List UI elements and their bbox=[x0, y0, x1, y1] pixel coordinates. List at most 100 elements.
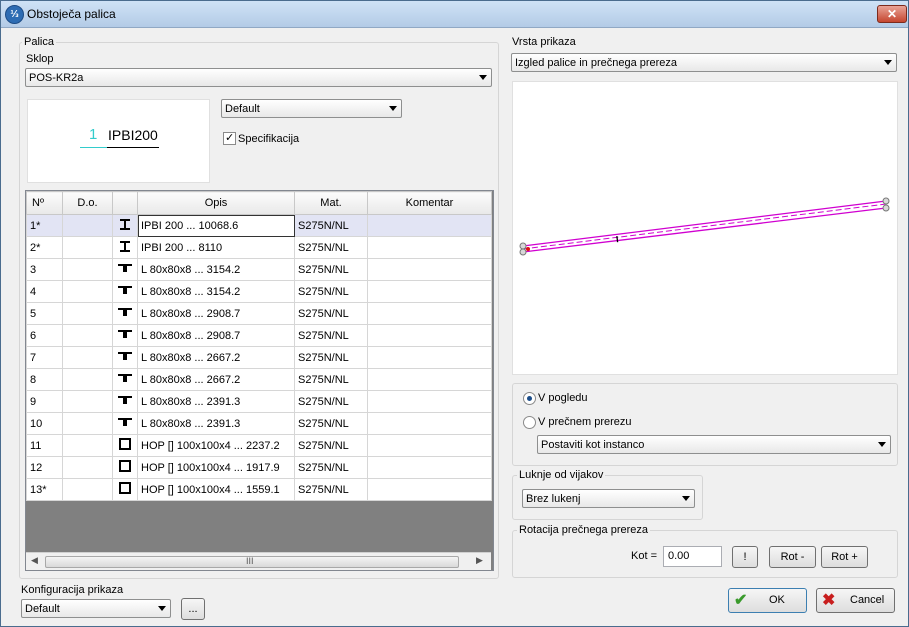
cell-do[interactable] bbox=[62, 456, 113, 479]
cell-icon[interactable] bbox=[112, 412, 138, 435]
cell-opis[interactable]: L 80x80x8 ... 2391.3 bbox=[137, 412, 295, 435]
cancel-button[interactable]: ✖ Cancel bbox=[816, 588, 895, 613]
cell-do[interactable] bbox=[62, 390, 113, 413]
table-row[interactable]: 9 L 80x80x8 ... 2391.3 S275N/NL bbox=[26, 390, 492, 413]
cell-mat[interactable]: S275N/NL bbox=[294, 280, 368, 303]
scroll-right-icon[interactable]: ▶ bbox=[476, 555, 483, 566]
table-row[interactable]: 1* IPBI 200 ... 10068.6 S275N/NL bbox=[26, 214, 492, 237]
cell-no[interactable]: 1* bbox=[26, 214, 63, 237]
sklop-combo[interactable]: POS-KR2a bbox=[25, 68, 492, 87]
header-mat[interactable]: Mat. bbox=[294, 191, 368, 215]
cell-no[interactable]: 8 bbox=[26, 368, 63, 391]
cell-no[interactable]: 6 bbox=[26, 324, 63, 347]
table-row[interactable]: 7 L 80x80x8 ... 2667.2 S275N/NL bbox=[26, 346, 492, 369]
radio-v-pogledu[interactable] bbox=[523, 392, 536, 405]
cell-opis[interactable]: L 80x80x8 ... 2391.3 bbox=[137, 390, 295, 413]
cell-do[interactable] bbox=[62, 412, 113, 435]
table-row[interactable]: 13* HOP [] 100x100x4 ... 1559.1 S275N/NL bbox=[26, 478, 492, 501]
table-row[interactable]: 12 HOP [] 100x100x4 ... 1917.9 S275N/NL bbox=[26, 456, 492, 479]
cell-komentar[interactable] bbox=[367, 478, 492, 501]
table-row[interactable]: 6 L 80x80x8 ... 2908.7 S275N/NL bbox=[26, 324, 492, 347]
vrsta-combo[interactable]: Izgled palice in prečnega prereza bbox=[511, 53, 897, 72]
konfiguracija-combo[interactable]: Default bbox=[21, 599, 171, 618]
cell-komentar[interactable] bbox=[367, 434, 492, 457]
cell-no[interactable]: 4 bbox=[26, 280, 63, 303]
specifikacija-checkbox[interactable]: ✓ bbox=[223, 132, 236, 145]
cell-mat[interactable]: S275N/NL bbox=[294, 214, 368, 237]
cell-mat[interactable]: S275N/NL bbox=[294, 302, 368, 325]
close-button[interactable]: ✕ bbox=[877, 5, 907, 23]
radio-v-precnem-prerezu[interactable] bbox=[523, 416, 536, 429]
horizontal-scrollbar[interactable]: ◀ III ▶ bbox=[26, 552, 491, 570]
member-view-canvas[interactable]: I bbox=[512, 81, 898, 375]
cell-mat[interactable]: S275N/NL bbox=[294, 456, 368, 479]
cell-opis[interactable]: L 80x80x8 ... 2908.7 bbox=[137, 302, 295, 325]
cell-icon[interactable] bbox=[112, 302, 138, 325]
cell-komentar[interactable] bbox=[367, 368, 492, 391]
cell-komentar[interactable] bbox=[367, 346, 492, 369]
cell-icon[interactable] bbox=[112, 324, 138, 347]
cell-mat[interactable]: S275N/NL bbox=[294, 390, 368, 413]
cell-no[interactable]: 13* bbox=[26, 478, 63, 501]
cell-no[interactable]: 5 bbox=[26, 302, 63, 325]
cell-do[interactable] bbox=[62, 324, 113, 347]
cell-do[interactable] bbox=[62, 302, 113, 325]
cell-do[interactable] bbox=[62, 236, 113, 259]
cell-no[interactable]: 9 bbox=[26, 390, 63, 413]
cell-komentar[interactable] bbox=[367, 280, 492, 303]
cell-no[interactable]: 10 bbox=[26, 412, 63, 435]
cell-opis[interactable]: IPBI 200 ... 10068.6 bbox=[137, 214, 295, 237]
rot-minus-button[interactable]: Rot - bbox=[769, 546, 816, 568]
cell-no[interactable]: 3 bbox=[26, 258, 63, 281]
header-icon[interactable] bbox=[112, 191, 138, 215]
cell-mat[interactable]: S275N/NL bbox=[294, 478, 368, 501]
cell-opis[interactable]: L 80x80x8 ... 3154.2 bbox=[137, 280, 295, 303]
cell-no[interactable]: 2* bbox=[26, 236, 63, 259]
cell-mat[interactable]: S275N/NL bbox=[294, 258, 368, 281]
cell-komentar[interactable] bbox=[367, 324, 492, 347]
cell-icon[interactable] bbox=[112, 456, 138, 479]
cell-mat[interactable]: S275N/NL bbox=[294, 324, 368, 347]
cell-komentar[interactable] bbox=[367, 456, 492, 479]
cell-no[interactable]: 12 bbox=[26, 456, 63, 479]
cell-komentar[interactable] bbox=[367, 390, 492, 413]
cell-mat[interactable]: S275N/NL bbox=[294, 346, 368, 369]
table-row[interactable]: 5 L 80x80x8 ... 2908.7 S275N/NL bbox=[26, 302, 492, 325]
cell-opis[interactable]: L 80x80x8 ... 2667.2 bbox=[137, 368, 295, 391]
header-komentar[interactable]: Komentar bbox=[367, 191, 492, 215]
cell-komentar[interactable] bbox=[367, 214, 492, 237]
cell-opis[interactable]: HOP [] 100x100x4 ... 1917.9 bbox=[137, 456, 295, 479]
cell-mat[interactable]: S275N/NL bbox=[294, 412, 368, 435]
table-row[interactable]: 4 L 80x80x8 ... 3154.2 S275N/NL bbox=[26, 280, 492, 303]
header-do[interactable]: D.o. bbox=[62, 191, 113, 215]
header-no[interactable]: Nº bbox=[26, 191, 63, 215]
cell-opis[interactable]: L 80x80x8 ... 3154.2 bbox=[137, 258, 295, 281]
default-combo[interactable]: Default bbox=[221, 99, 402, 118]
cell-do[interactable] bbox=[62, 258, 113, 281]
cell-komentar[interactable] bbox=[367, 302, 492, 325]
cell-do[interactable] bbox=[62, 214, 113, 237]
cell-opis[interactable]: IPBI 200 ... 8110 bbox=[137, 236, 295, 259]
cell-icon[interactable] bbox=[112, 478, 138, 501]
kot-input[interactable]: 0.00 bbox=[663, 546, 722, 567]
cell-icon[interactable] bbox=[112, 390, 138, 413]
cell-komentar[interactable] bbox=[367, 258, 492, 281]
table-row[interactable]: 3 L 80x80x8 ... 3154.2 S275N/NL bbox=[26, 258, 492, 281]
luknje-combo[interactable]: Brez lukenj bbox=[522, 489, 695, 508]
cell-icon[interactable] bbox=[112, 368, 138, 391]
more-button[interactable]: ... bbox=[181, 598, 205, 620]
cell-komentar[interactable] bbox=[367, 236, 492, 259]
cell-do[interactable] bbox=[62, 280, 113, 303]
table-row[interactable]: 2* IPBI 200 ... 8110 S275N/NL bbox=[26, 236, 492, 259]
cell-mat[interactable]: S275N/NL bbox=[294, 368, 368, 391]
table-row[interactable]: 10 L 80x80x8 ... 2391.3 S275N/NL bbox=[26, 412, 492, 435]
exclamation-button[interactable]: ! bbox=[732, 546, 758, 568]
cell-mat[interactable]: S275N/NL bbox=[294, 236, 368, 259]
rot-plus-button[interactable]: Rot + bbox=[821, 546, 868, 568]
cell-icon[interactable] bbox=[112, 236, 138, 259]
cell-icon[interactable] bbox=[112, 346, 138, 369]
cell-opis[interactable]: L 80x80x8 ... 2908.7 bbox=[137, 324, 295, 347]
cell-no[interactable]: 7 bbox=[26, 346, 63, 369]
cell-icon[interactable] bbox=[112, 280, 138, 303]
cell-do[interactable] bbox=[62, 346, 113, 369]
